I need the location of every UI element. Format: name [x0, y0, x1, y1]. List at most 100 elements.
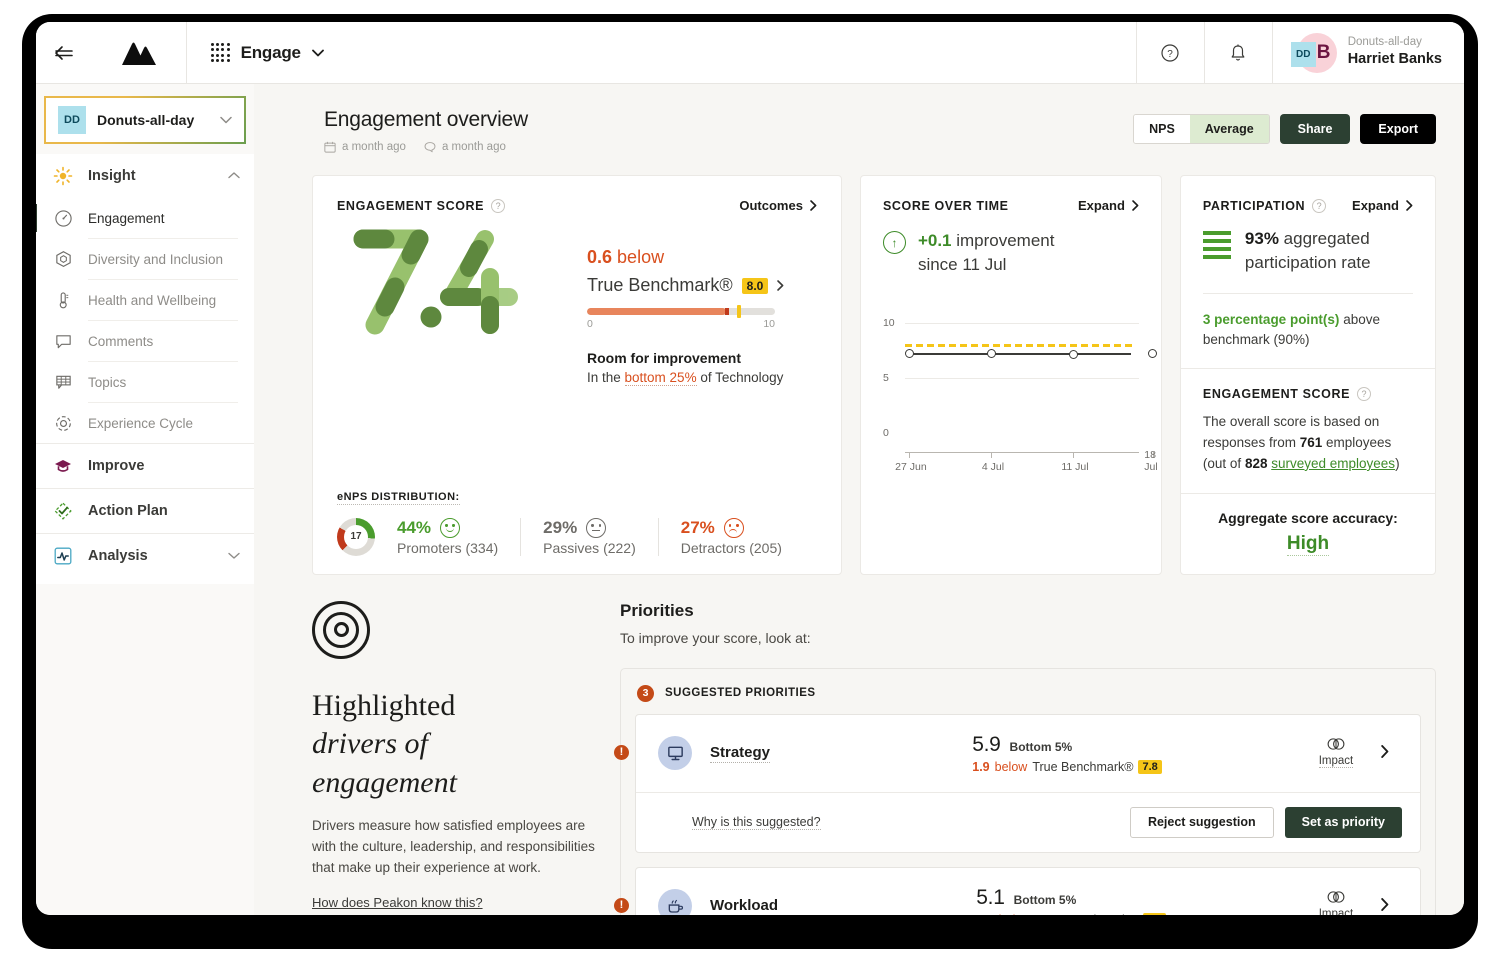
enps-promoters: 44% Promoters (334)	[375, 518, 520, 556]
enps-detractors: 27% Detractors (205)	[658, 518, 804, 556]
score-type-toggle[interactable]: NPS Average	[1133, 114, 1270, 144]
enps-passives-top: 29%	[543, 518, 636, 538]
export-button[interactable]: Export	[1360, 114, 1436, 144]
notifications-button[interactable]	[1204, 22, 1272, 84]
card-header: ENGAGEMENT SCORE ? Outcomes	[337, 198, 817, 213]
chevron-right-icon	[1132, 200, 1139, 211]
impact-icon	[1304, 890, 1368, 904]
page-title: Engagement overview	[324, 108, 528, 132]
sidebar-item-analysis[interactable]: Analysis	[36, 534, 254, 578]
gridline-5	[905, 378, 1139, 379]
priority-name[interactable]: Strategy	[710, 744, 770, 763]
sidebar-item-action-plan[interactable]: Action Plan	[36, 489, 254, 533]
priority-name[interactable]: Workload	[710, 897, 778, 915]
svg-text:?: ?	[1167, 49, 1173, 60]
enps-distribution: eNPS DISTRIBUTION: 17 44% Promoters (33	[337, 473, 817, 556]
benchmark-panel: 0.6 below True Benchmark® 8.0	[587, 225, 817, 385]
priority-expand-arrow[interactable]	[1368, 745, 1402, 762]
score-row: 0.6 below True Benchmark® 8.0	[337, 225, 817, 385]
app-switcher[interactable]: Engage	[187, 22, 324, 84]
sidebar-item-topics[interactable]: Topics	[36, 362, 254, 402]
reject-suggestion-button[interactable]: Reject suggestion	[1130, 807, 1274, 838]
priority-benchmark-value: 7.6	[1143, 913, 1166, 915]
main-content: Engagement overview a month ago	[254, 84, 1464, 915]
accuracy-section: Aggregate score accuracy: High	[1181, 494, 1435, 574]
priority-score-row: 5.9 Bottom 5%	[972, 733, 1162, 757]
data-point[interactable]	[905, 349, 914, 358]
sidebar-item-improve[interactable]: Improve	[36, 444, 254, 488]
brand-logo[interactable]	[92, 22, 187, 84]
share-button[interactable]: Share	[1280, 114, 1351, 144]
page-header: Engagement overview a month ago	[254, 84, 1464, 153]
sidebar-nav: Insight	[36, 154, 254, 584]
outcomes-link[interactable]: Outcomes	[739, 198, 817, 213]
sidebar-item-comments[interactable]: Comments	[36, 321, 254, 361]
priority-buttons: Reject suggestion Set as priority	[1130, 807, 1402, 838]
priorities-panel: Priorities To improve your score, look a…	[620, 601, 1436, 915]
data-point[interactable]	[1148, 349, 1157, 358]
data-point[interactable]	[987, 349, 996, 358]
room-highlight[interactable]: bottom 25%	[625, 370, 697, 386]
set-as-priority-button[interactable]: Set as priority	[1285, 807, 1402, 838]
check-diamond-icon	[52, 500, 74, 522]
help-icon[interactable]: ?	[1357, 387, 1371, 401]
expand-link[interactable]: Expand	[1352, 198, 1413, 213]
drivers-link[interactable]: How does Peakon know this?	[312, 895, 483, 910]
summary-cards: ENGAGEMENT SCORE ? Outcomes	[254, 153, 1464, 575]
priority-item-workload[interactable]: ! Workload	[635, 867, 1421, 915]
expand-link-label: Expand	[1352, 198, 1399, 213]
improvement-since: since 11 Jul	[918, 255, 1007, 274]
gauge-icon	[52, 207, 74, 229]
surveyed-employees-link[interactable]: surveyed employees	[1271, 456, 1395, 471]
why-suggested-link[interactable]: Why is this suggested?	[692, 815, 821, 830]
delta-word: below	[617, 247, 664, 267]
bar-fill	[587, 308, 726, 315]
peakon-logo-icon	[120, 40, 158, 66]
sidebar-item-diversity-and-inclusion[interactable]: Diversity and Inclusion	[36, 239, 254, 279]
arrow-up-circle-icon: ↑	[883, 231, 906, 254]
smile-face-icon	[440, 518, 460, 538]
collapse-sidebar-button[interactable]	[36, 22, 92, 84]
help-icon[interactable]: ?	[491, 199, 505, 213]
enps-detractors-label: Detractors (205)	[681, 540, 782, 556]
toggle-average[interactable]: Average	[1190, 115, 1269, 143]
page-meta: a month ago a month ago	[324, 141, 528, 153]
sidebar-item-engagement[interactable]: Engagement	[36, 198, 254, 238]
help-icon[interactable]: ?	[1312, 199, 1326, 213]
outcomes-link-label: Outcomes	[739, 198, 803, 213]
priority-item-strategy[interactable]: ! Strategy	[635, 714, 1421, 853]
priority-score: 5.1	[976, 886, 1004, 910]
sidebar-item-experience-cycle[interactable]: Experience Cycle	[36, 403, 254, 443]
delta-line: 0.6 below	[587, 247, 817, 268]
toggle-nps[interactable]: NPS	[1134, 115, 1190, 143]
suggested-priorities-box: 3 SUGGESTED PRIORITIES !	[620, 668, 1436, 915]
priority-benchmark-row: 1.9 below True Benchmark® 7.8	[972, 760, 1162, 774]
priority-impact[interactable]: Impact	[1304, 737, 1368, 769]
card-header: SCORE OVER TIME Expand	[883, 198, 1139, 213]
sidebar-item-health-and-wellbeing[interactable]: Health and Wellbeing	[36, 280, 254, 320]
priority-delta-word: below	[995, 760, 1028, 774]
help-circle-icon: ?	[1160, 43, 1180, 63]
help-button[interactable]: ?	[1136, 22, 1204, 84]
data-point[interactable]	[1069, 350, 1078, 359]
engagement-score-card: ENGAGEMENT SCORE ? Outcomes	[312, 175, 842, 575]
org-picker[interactable]: DD Donuts-all-day	[44, 96, 246, 144]
sidebar-item-insight[interactable]: Insight	[36, 154, 254, 198]
priority-expand-arrow[interactable]	[1368, 898, 1402, 915]
drivers-title-line3: engagement	[312, 764, 602, 802]
delta-value: 0.6	[587, 247, 612, 267]
x-tick	[991, 452, 992, 458]
priority-score-row: 5.1 Bottom 5%	[976, 886, 1166, 910]
enps-detractors-top: 27%	[681, 518, 782, 538]
card-title: SCORE OVER TIME	[883, 199, 1009, 213]
participation-section: PARTICIPATION ? Expand 93% aggregated pa…	[1181, 176, 1435, 369]
enps-donut: 17	[337, 518, 375, 556]
priority-impact[interactable]: Impact	[1304, 890, 1368, 915]
expand-link[interactable]: Expand	[1078, 198, 1139, 213]
big-score	[337, 225, 587, 385]
meta-comment: a month ago	[424, 141, 506, 153]
back-arrow-icon	[53, 45, 75, 61]
bar-max: 10	[763, 318, 775, 330]
benchmark-line[interactable]: True Benchmark® 8.0	[587, 275, 817, 296]
user-menu[interactable]: HB DD Donuts-all-day Harriet Banks	[1272, 22, 1464, 84]
